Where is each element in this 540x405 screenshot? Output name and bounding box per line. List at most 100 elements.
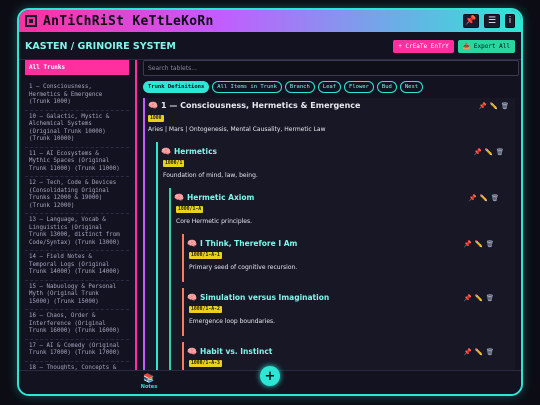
trash-icon[interactable]: 🗑 [501,102,509,110]
filter-chip-all-items[interactable]: All Items in Trunk [212,81,282,93]
card-accent [182,288,184,336]
pin-icon[interactable]: 📌 [474,148,482,156]
brain-icon: 🧠 [187,293,197,302]
sidebar-item[interactable]: 14 — Field Notes & Temporal Logs (Origin… [25,251,129,281]
tablet-description: Primary seed of cognitive recursion. [189,264,298,271]
trash-icon[interactable]: 🗑 [486,348,494,356]
sidebar-item[interactable]: 10 — Galactic, Mystic & Alchemical Syste… [25,111,129,148]
trash-icon[interactable]: 🗑 [496,148,504,156]
filter-chip-bud[interactable]: Bud [376,81,397,93]
tablet-description: Foundation of mind, law, being. [163,172,258,179]
filter-chips: Trunk Definitions All Items in Trunk Bra… [143,81,519,93]
pin-icon[interactable]: 📌 [479,102,487,110]
books-icon: 📚 [143,374,155,384]
menu-icon[interactable]: ☰ [484,14,500,28]
main-panel: Search tablets... Trunk Definitions All … [143,60,519,371]
pin-icon[interactable]: 📌 [463,14,479,28]
export-all-button[interactable]: 📤 Export All [457,40,515,53]
edit-icon[interactable]: ✏️ [485,148,493,156]
brain-icon: 🧠 [174,193,184,202]
tablet-id-badge: 1000/1-A-2 [189,306,222,313]
pin-icon[interactable]: 📌 [464,348,472,356]
trash-icon[interactable]: 🗑 [486,294,494,302]
filter-chip-flower[interactable]: Flower [344,81,374,93]
tablet-description: Emergence loop boundaries. [189,318,276,325]
tablet-id-badge: 1000/1-A [176,206,204,213]
tablet-title: 🧠 Habit vs. Instinct [187,347,272,356]
notes-tab[interactable]: 📚 Notes [139,374,159,390]
tablet-actions: 📌 ✏️ 🗑 [461,294,494,302]
brain-icon: 🧠 [187,239,197,248]
sidebar-item-all-trunks[interactable]: All Trunks [25,60,129,75]
filter-chip-nest[interactable]: Nest [399,81,424,93]
tablet-title-text: Habit vs. Instinct [199,347,273,356]
filter-chip-leaf[interactable]: Leaf [317,81,342,93]
sidebar-item[interactable]: 12 — Tech, Code & Devices (Consolidating… [25,177,129,214]
app-window: AnTiChRiSt KeTtLeKoRn 📌 ☰ i KASTEN / GRI… [17,8,523,396]
trash-icon[interactable]: 🗑 [491,194,499,202]
brain-icon: 🧠 [161,147,171,156]
card-accent [169,188,171,371]
info-icon[interactable]: i [505,14,515,28]
tablet-card-flower[interactable]: 🧠 I Think, Therefore I Am 📌 ✏️ 🗑 1000/1-… [182,234,500,282]
sidebar-item[interactable]: 11 — AI Ecosystems & Mythic Spaces (Orig… [25,148,129,177]
tablet-actions: 📌 ✏️ 🗑 [466,194,499,202]
tablet-tree: 🧠 1 — Consciousness, Hermetics & Emergen… [143,98,519,371]
tablet-card-branch[interactable]: 🧠 Hermetics 📌 ✏️ 🗑 1000/1 Foundation of … [156,142,510,371]
edit-icon[interactable]: ✏️ [475,348,483,356]
tablet-title-text: I Think, Therefore I Am [199,239,298,248]
card-accent [182,234,184,282]
tablet-title-text: Hermetics [173,147,217,156]
filter-chip-branch[interactable]: Branch [284,81,315,93]
tablet-card-trunk[interactable]: 🧠 1 — Consciousness, Hermetics & Emergen… [143,98,515,371]
create-entry-button[interactable]: + CrEaTe EnTrY [393,40,454,53]
tablet-actions: 📌 ✏️ 🗑 [476,102,509,110]
tablet-id-badge: 1000/1 [163,160,185,167]
tablet-title: 🧠 Hermetic Axiom [174,193,254,202]
tablet-title-text: Simulation versus Imagination [199,293,330,302]
pin-icon[interactable]: 📌 [464,240,472,248]
tablet-card-flower[interactable]: 🧠 Simulation versus Imagination 📌 ✏️ 🗑 1… [182,288,500,336]
sidebar-item[interactable]: 17 — AI & Comedy (Original Trunk 17000) … [25,340,129,362]
sidebar-item[interactable]: 16 — Chaos, Order & Interference (Origin… [25,310,129,340]
pin-icon[interactable]: 📌 [464,294,472,302]
header: KASTEN / GRINOIRE SYSTEM + CrEaTe EnTrY … [19,34,521,60]
sidebar-item[interactable]: 13 — Language, Vocab & Linguistics (Orig… [25,214,129,251]
tablet-title: 🧠 1 — Consciousness, Hermetics & Emergen… [148,101,360,110]
edit-icon[interactable]: ✏️ [490,102,498,110]
add-entry-fab[interactable]: + [260,366,280,386]
tablet-card-flower[interactable]: 🧠 Habit vs. Instinct 📌 ✏️ 🗑 1000/1-A-3 [182,342,500,371]
bottom-nav: 📚 Notes + [19,366,521,394]
edit-icon[interactable]: ✏️ [475,294,483,302]
tablet-actions: 📌 ✏️ 🗑 [471,148,504,156]
tablet-id-badge: 1000 [148,115,164,122]
tablet-title: 🧠 Simulation versus Imagination [187,293,329,302]
brain-icon: 🧠 [187,347,197,356]
tablet-title-text: 1 — Consciousness, Hermetics & Emergence [160,101,361,110]
edit-icon[interactable]: ✏️ [480,194,488,202]
pin-icon[interactable]: 📌 [469,194,477,202]
app-logo-icon [25,15,37,27]
card-accent [156,142,158,371]
page-title: KASTEN / GRINOIRE SYSTEM [25,41,176,52]
brain-icon: 🧠 [148,101,158,110]
tablet-id-badge: 1000/1-A-3 [189,360,222,367]
tablet-actions: 📌 ✏️ 🗑 [461,348,494,356]
tablet-title-text: Hermetic Axiom [186,193,255,202]
tablet-title: 🧠 Hermetics [161,147,217,156]
search-input[interactable]: Search tablets... [143,60,519,76]
tablet-actions: 📌 ✏️ 🗑 [461,240,494,248]
trash-icon[interactable]: 🗑 [486,240,494,248]
card-accent [182,342,184,371]
sidebar: All Trunks 1 — Consciousness, Hermetics … [25,60,137,371]
title-bar: AnTiChRiSt KeTtLeKoRn 📌 ☰ i [19,10,521,32]
sidebar-item[interactable]: 1 — Consciousness, Hermetics & Emergence… [25,81,129,111]
filter-chip-trunk-definitions[interactable]: Trunk Definitions [143,81,210,93]
tablet-card-leaf[interactable]: 🧠 Hermetic Axiom 📌 ✏️ 🗑 1000/1-A Core He… [169,188,505,371]
app-title: AnTiChRiSt KeTtLeKoRn [43,13,214,29]
tablet-title: 🧠 I Think, Therefore I Am [187,239,297,248]
tablet-description: Aries | Mars | Ontogenesis, Mental Causa… [148,126,326,133]
sidebar-item[interactable]: 15 — Nabuology & Personal Myth (Original… [25,281,129,310]
edit-icon[interactable]: ✏️ [475,240,483,248]
card-accent [143,98,145,371]
